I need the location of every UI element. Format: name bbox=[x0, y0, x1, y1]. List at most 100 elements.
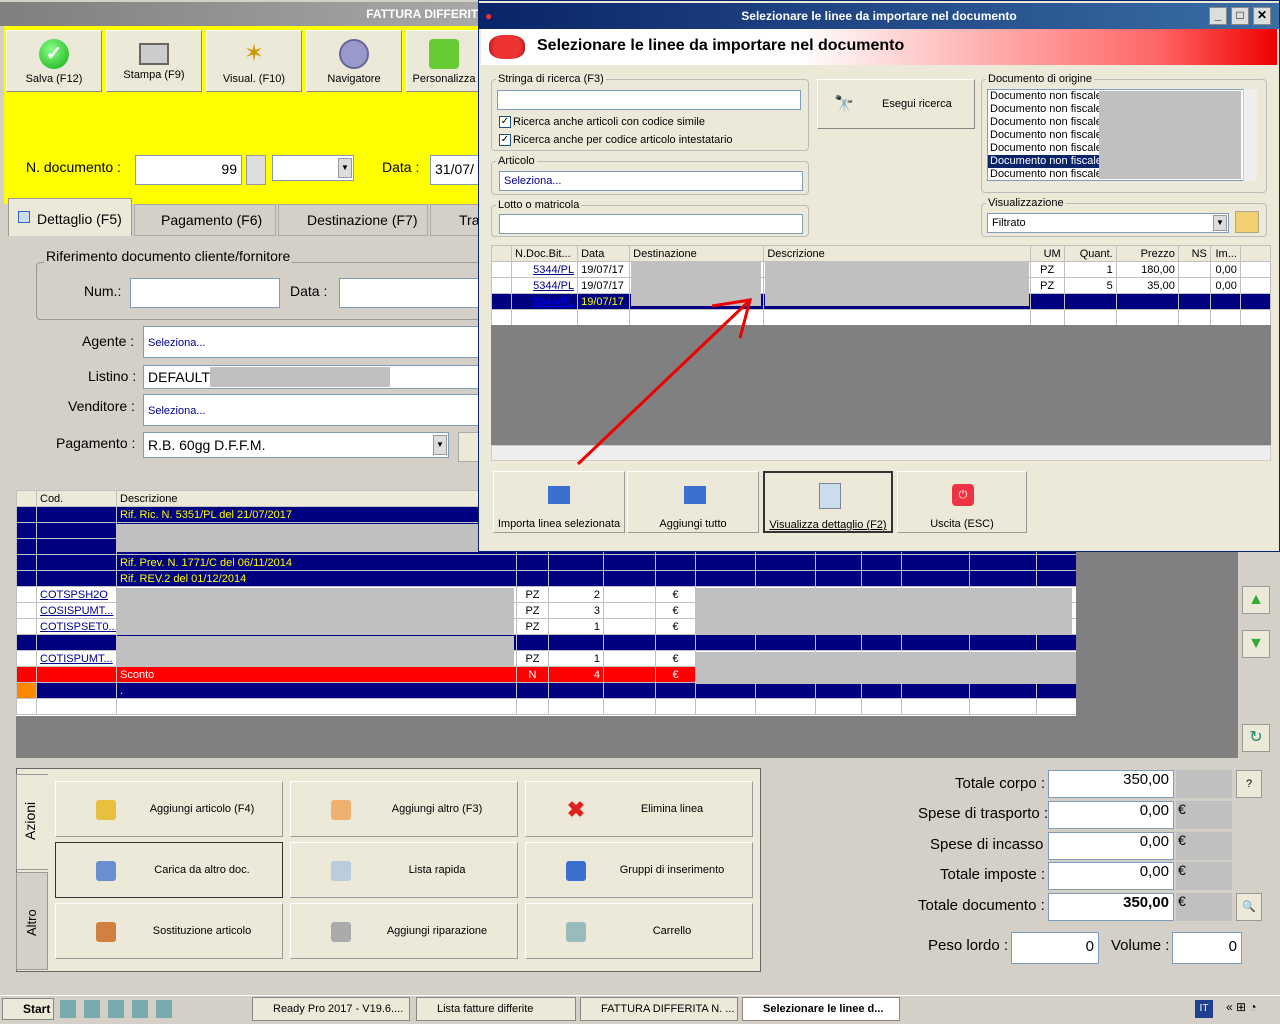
row-selector[interactable] bbox=[16, 682, 37, 699]
cell-doc[interactable]: 5344/PL bbox=[511, 261, 579, 278]
zoom-button[interactable]: 🔍 bbox=[1236, 893, 1262, 921]
cart-button[interactable]: Carrello bbox=[525, 903, 753, 959]
cell-price[interactable]: 180,00 bbox=[1115, 261, 1179, 278]
lotto-field[interactable] bbox=[499, 214, 803, 234]
grid-cell[interactable] bbox=[815, 634, 862, 651]
grid-cell[interactable] bbox=[603, 682, 656, 699]
search-input[interactable] bbox=[497, 90, 801, 110]
grid-cell[interactable] bbox=[969, 554, 1037, 571]
list-item[interactable]: Documento non fiscale bbox=[988, 142, 1100, 155]
row-selector[interactable] bbox=[16, 650, 37, 667]
cell-price[interactable]: 35,00 bbox=[1115, 277, 1179, 294]
col-header[interactable]: N.Doc.Bit... bbox=[511, 245, 579, 262]
peso-lordo-field[interactable]: 0 bbox=[1011, 932, 1099, 964]
grid-cell[interactable] bbox=[695, 698, 756, 715]
table-row[interactable]: . bbox=[16, 682, 1076, 699]
grid-cell[interactable] bbox=[603, 650, 656, 667]
spese-incasso-field[interactable]: 0,00 bbox=[1048, 832, 1174, 860]
list-item[interactable]: Documento non fiscale bbox=[988, 129, 1100, 142]
cell-cod[interactable] bbox=[36, 666, 117, 683]
cell-doc[interactable]: 5344/PL bbox=[511, 293, 579, 310]
grid-cell[interactable] bbox=[969, 634, 1037, 651]
row-selector[interactable] bbox=[16, 570, 37, 587]
cell-um[interactable]: PZ bbox=[516, 586, 549, 603]
cell-descrizione[interactable]: Rif. REV.2 del 01/12/2014 bbox=[116, 570, 517, 587]
tab-destinazione[interactable]: Destinazione (F7) bbox=[278, 204, 428, 236]
view-detail-button[interactable]: Visualizza dettaglio (F2) bbox=[763, 471, 893, 533]
col-header[interactable]: UM bbox=[1029, 245, 1065, 262]
cell-cod[interactable]: COTISPUMT... bbox=[36, 650, 117, 667]
grid-cell[interactable] bbox=[603, 618, 656, 635]
view-folder-icon[interactable] bbox=[1235, 211, 1259, 233]
add-all-button[interactable]: Aggiungi tutto bbox=[627, 471, 759, 533]
grid-cell[interactable] bbox=[603, 666, 656, 683]
grid-cell[interactable] bbox=[815, 698, 862, 715]
grid-cell[interactable] bbox=[969, 570, 1037, 587]
venditore-field[interactable]: Seleziona... bbox=[143, 394, 486, 426]
grid-cell[interactable] bbox=[901, 554, 970, 571]
grid-cell[interactable] bbox=[1209, 309, 1241, 325]
cell-um[interactable]: PZ bbox=[516, 618, 549, 635]
view-chevron-icon[interactable]: ▼ bbox=[1213, 215, 1227, 231]
grid-cell[interactable] bbox=[695, 554, 756, 571]
cell-cod[interactable] bbox=[36, 634, 117, 651]
tray-icons[interactable]: « ⊞ ◔ bbox=[1226, 1000, 1276, 1018]
start-button[interactable]: Start bbox=[2, 998, 54, 1020]
task-selezionare[interactable]: Selezionare le linee d... bbox=[742, 997, 900, 1021]
list-item[interactable]: Documento non fiscale bbox=[988, 116, 1100, 129]
cell-cod[interactable] bbox=[36, 522, 117, 539]
quick-list-button[interactable]: Lista rapida bbox=[290, 842, 518, 898]
col-header[interactable]: Descrizione bbox=[763, 245, 1031, 262]
cell-quantity[interactable]: 3 bbox=[548, 602, 604, 619]
grid-cell[interactable] bbox=[491, 261, 513, 278]
exit-button[interactable]: ⏻ Uscita (ESC) bbox=[897, 471, 1027, 533]
cell-cod[interactable] bbox=[36, 570, 117, 587]
cell-um[interactable]: PZ bbox=[1029, 277, 1065, 294]
grid-cell[interactable] bbox=[861, 554, 902, 571]
grid-cell[interactable] bbox=[603, 698, 656, 715]
grid-cell[interactable] bbox=[755, 570, 816, 587]
help-button[interactable]: ? bbox=[1236, 770, 1262, 798]
cell-cod[interactable] bbox=[36, 682, 117, 699]
cell-um[interactable]: N bbox=[516, 666, 549, 683]
grid-cell[interactable] bbox=[695, 634, 756, 651]
grid-cell[interactable] bbox=[901, 698, 970, 715]
grid-cell[interactable] bbox=[755, 682, 816, 699]
grid-cell[interactable] bbox=[491, 293, 513, 310]
cell-quantity[interactable] bbox=[548, 682, 604, 699]
cell-quantity[interactable] bbox=[548, 570, 604, 587]
grid-cell[interactable] bbox=[1036, 634, 1076, 651]
grid-cell[interactable] bbox=[755, 554, 816, 571]
grid-cell[interactable] bbox=[969, 698, 1037, 715]
cell-um[interactable] bbox=[516, 570, 549, 587]
delete-line-button[interactable]: ✖ Elimina linea bbox=[525, 781, 753, 837]
grid-cell[interactable] bbox=[16, 698, 37, 715]
num-field[interactable] bbox=[130, 278, 280, 308]
chevron-down-icon[interactable]: ▼ bbox=[338, 158, 352, 178]
grid-cell[interactable] bbox=[901, 634, 970, 651]
grid-cell[interactable] bbox=[516, 698, 549, 715]
cell-um[interactable]: PZ bbox=[1029, 261, 1065, 278]
grid-cell[interactable] bbox=[511, 309, 579, 325]
pagamento-field[interactable]: R.B. 60gg D.F.F.M. bbox=[143, 432, 449, 458]
grid-cell[interactable] bbox=[1036, 682, 1076, 699]
row-selector[interactable] bbox=[16, 618, 37, 635]
grid-cell[interactable] bbox=[901, 682, 970, 699]
grid-cell[interactable] bbox=[491, 309, 513, 325]
col-header-descrizione[interactable]: Descrizione bbox=[116, 490, 517, 507]
insert-groups-button[interactable]: Gruppi di inserimento bbox=[525, 842, 753, 898]
replace-article-button[interactable]: Sostituzione articolo bbox=[55, 903, 283, 959]
grid-cell[interactable] bbox=[695, 682, 756, 699]
grid-cell[interactable] bbox=[603, 586, 656, 603]
minimize-button[interactable]: _ bbox=[1209, 7, 1227, 25]
cell-descrizione[interactable]: Rif. Ric. N. 5351/PL del 21/07/2017 bbox=[116, 506, 517, 523]
view-select[interactable]: Filtrato bbox=[987, 213, 1229, 233]
cell-um[interactable] bbox=[516, 554, 549, 571]
cell-imp[interactable] bbox=[1209, 293, 1241, 310]
grid-cell[interactable] bbox=[603, 634, 656, 651]
row-selector[interactable] bbox=[16, 586, 37, 603]
row-selector[interactable] bbox=[16, 538, 37, 555]
cell-um[interactable] bbox=[1029, 293, 1065, 310]
table-row[interactable]: Rif. Prev. N. 1771/C del 06/11/2014 bbox=[16, 554, 1076, 571]
preview-button[interactable]: ✶ Visual. (F10) bbox=[206, 30, 302, 92]
